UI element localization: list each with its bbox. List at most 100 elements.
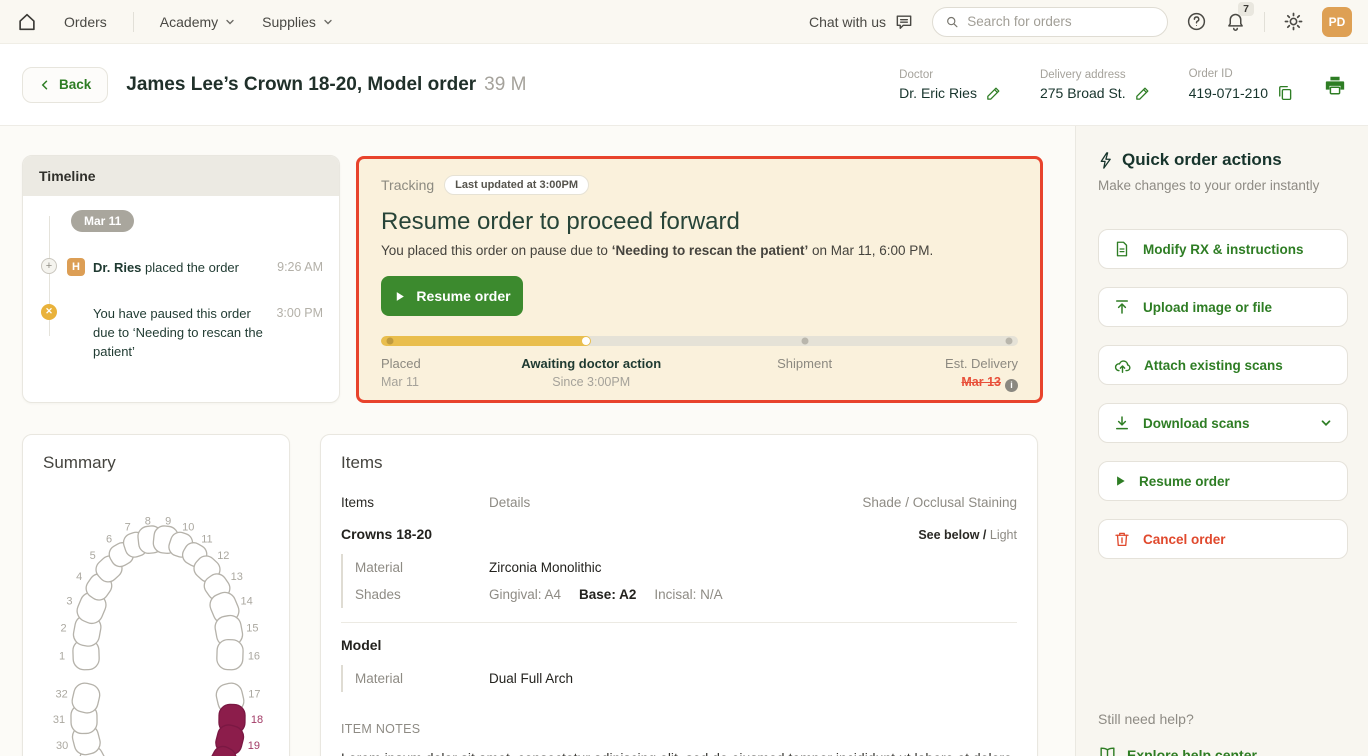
info-icon[interactable]: i [1005, 379, 1018, 392]
crown-details: Material Zirconia Monolithic Shades Ging… [341, 554, 1017, 608]
edit-address-pencil-icon[interactable] [1134, 85, 1151, 102]
order-id: 419-071-210 [1189, 85, 1268, 101]
progress-dot-shipment [801, 338, 808, 345]
svg-text:6: 6 [106, 533, 112, 545]
svg-text:19: 19 [248, 740, 260, 752]
timeline-title: Timeline [23, 156, 339, 196]
resume-order-button[interactable]: Resume order [381, 276, 523, 316]
detail-label: Shades [355, 587, 489, 602]
attach-scans-button[interactable]: Attach existing scans [1098, 345, 1348, 385]
event-time: 3:00 PM [276, 304, 323, 320]
divider [341, 622, 1017, 623]
stage-awaiting-doctor-action: Awaiting doctor action Since 3:00PM [521, 356, 661, 389]
top-nav: Orders Academy Supplies Chat with us 7 [0, 0, 1368, 44]
svg-text:2: 2 [61, 622, 67, 634]
item-notes-text: Lorem ipsum dolor sit amet, consectetur … [341, 746, 1017, 756]
help-icon[interactable] [1186, 11, 1207, 32]
incisal-shade: Incisal: N/A [654, 587, 722, 602]
cancel-order-button[interactable]: Cancel order [1098, 519, 1348, 559]
back-button[interactable]: Back [22, 67, 108, 103]
document-icon [1113, 240, 1131, 258]
item-name: Model [341, 637, 381, 653]
play-icon [1113, 474, 1127, 488]
chevron-down-icon [224, 16, 236, 28]
book-icon [1098, 745, 1117, 756]
download-scans-button[interactable]: Download scans [1098, 403, 1348, 443]
sidebar-resume-order-button[interactable]: Resume order [1098, 461, 1348, 501]
timeline-date-badge: Mar 11 [71, 210, 134, 232]
modify-rx-button[interactable]: Modify RX & instructions [1098, 229, 1348, 269]
svg-text:7: 7 [125, 522, 131, 534]
item-name: Crowns 18-20 [341, 526, 432, 542]
crown-item-row: Crowns 18-20 See below / Light [341, 526, 1017, 542]
tracking-card: Tracking Last updated at 3:00PM Resume o… [356, 156, 1043, 403]
progress-dot-current [582, 337, 590, 345]
event-text: placed the order [141, 260, 239, 275]
detail-value: Zirconia Monolithic [489, 560, 602, 575]
delivery-address-meta: Delivery address 275 Broad St. [1040, 69, 1151, 102]
detail-value: Dual Full Arch [489, 671, 573, 686]
nav-chat-with-us[interactable]: Chat with us [809, 12, 914, 32]
nav-supplies[interactable]: Supplies [262, 14, 334, 30]
upload-image-button[interactable]: Upload image or file [1098, 287, 1348, 327]
edit-doctor-pencil-icon[interactable] [985, 85, 1002, 102]
progress-fill [381, 336, 591, 346]
detail-label: Material [355, 560, 489, 575]
patient-meta: 39 M [484, 74, 526, 95]
event-actor: Dr. Ries [93, 260, 141, 275]
summary-title: Summary [43, 453, 289, 473]
notifications-bell-icon[interactable]: 7 [1225, 11, 1246, 32]
search-input[interactable] [967, 14, 1155, 29]
doctor-name: Dr. Eric Ries [899, 85, 977, 101]
doctor-h-badge: H [67, 258, 85, 276]
items-table-header: Items Details Shade / Occlusal Staining [341, 495, 1017, 510]
items-card: Items Items Details Shade / Occlusal Sta… [320, 434, 1038, 756]
gear-icon[interactable] [1283, 11, 1304, 32]
nav-academy[interactable]: Academy [160, 14, 236, 30]
base-shade: Base: A2 [579, 587, 636, 602]
svg-text:9: 9 [165, 516, 171, 528]
model-item-row: Model [341, 637, 1017, 653]
order-id-meta: Order ID 419-071-210 [1189, 68, 1294, 102]
svg-text:13: 13 [231, 571, 243, 583]
chevron-left-icon [39, 79, 51, 91]
svg-text:17: 17 [248, 688, 260, 700]
timeline-event: ✕ You have paused this order due to ‘Nee… [41, 304, 323, 362]
nav-orders[interactable]: Orders [64, 14, 107, 30]
tracking-heading: Resume order to proceed forward [381, 208, 1018, 236]
item-shade: See below / Light [918, 528, 1017, 542]
timeline-event: + H Dr. Ries placed the order 9:26 AM [41, 258, 323, 278]
avatar[interactable]: PD [1322, 7, 1352, 37]
nav-divider [1264, 12, 1265, 32]
svg-text:8: 8 [145, 516, 151, 528]
svg-text:31: 31 [53, 714, 65, 726]
delivery-address: 275 Broad St. [1040, 85, 1126, 101]
svg-text:15: 15 [246, 622, 258, 634]
explore-help-center-link[interactable]: Explore help center [1098, 745, 1348, 756]
svg-text:12: 12 [217, 550, 229, 562]
event-time: 9:26 AM [277, 258, 323, 274]
svg-text:14: 14 [240, 596, 252, 608]
teeth-chart: 1234567891011121314151617181920212223242… [23, 475, 291, 756]
search-box [932, 7, 1168, 37]
items-title: Items [341, 453, 1017, 473]
upload-icon [1113, 298, 1131, 316]
svg-text:1: 1 [59, 650, 65, 662]
event-text: You have paused this order due to ‘Needi… [93, 304, 273, 362]
download-icon [1113, 414, 1131, 432]
svg-text:11: 11 [201, 533, 212, 545]
order-header: Back James Lee’s Crown 18-20, Model orde… [0, 44, 1368, 126]
search-icon [945, 14, 959, 30]
home-icon[interactable] [16, 11, 38, 33]
progress-dot-delivery [1006, 338, 1013, 345]
still-need-help-label: Still need help? [1098, 711, 1348, 727]
copy-icon[interactable] [1276, 84, 1294, 102]
chevron-down-icon [1319, 416, 1333, 430]
svg-text:3: 3 [66, 596, 72, 608]
gingival-shade: Gingival: A4 [489, 587, 561, 602]
svg-text:32: 32 [55, 688, 67, 700]
item-notes-label: ITEM NOTES [341, 722, 1017, 736]
expand-event-icon[interactable]: + [41, 258, 57, 274]
print-icon[interactable] [1324, 74, 1346, 96]
paused-status-icon: ✕ [41, 304, 57, 320]
